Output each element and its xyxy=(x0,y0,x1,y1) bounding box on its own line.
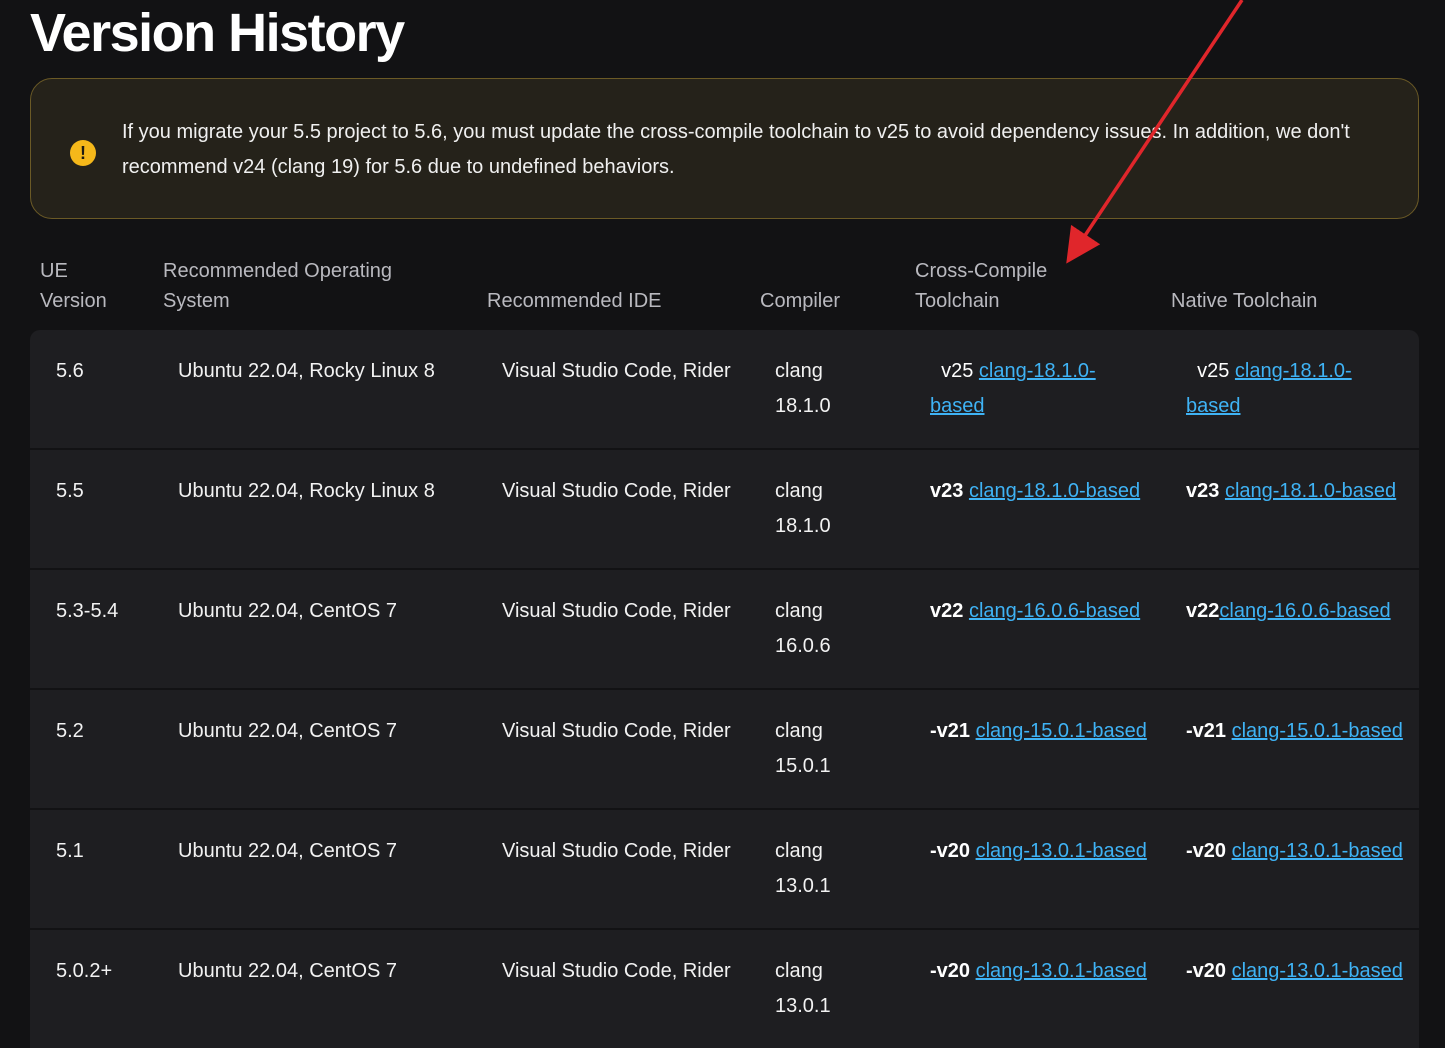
cell-native: v25 clang-18.1.0-based xyxy=(1186,354,1406,424)
header-compiler: Compiler xyxy=(760,290,841,312)
warning-icon: ! xyxy=(70,140,96,166)
cell-native: -v20 clang-13.0.1-based xyxy=(1186,834,1406,869)
cross-toolchain-link[interactable]: clang-16.0.6-based xyxy=(969,600,1140,622)
header-ue-version: UE Version xyxy=(40,260,107,312)
header-os: Recommended Operating System xyxy=(163,260,393,312)
page: Version History ! If you migrate your 5.… xyxy=(0,0,1445,1048)
cell-cross-compile: v23 clang-18.1.0-based xyxy=(930,474,1150,509)
cross-version: v25 xyxy=(930,360,979,382)
native-toolchain-link[interactable]: clang-13.0.1-based xyxy=(1232,960,1403,982)
cell-cross-compile: -v20 clang-13.0.1-based xyxy=(930,834,1150,869)
cell-os: Ubuntu 22.04, Rocky Linux 8 xyxy=(178,480,435,502)
cell-ue-version: 5.0.2+ xyxy=(56,960,113,982)
cell-cross-compile: -v21 clang-15.0.1-based xyxy=(930,714,1150,749)
cell-compiler: clang 13.0.1 xyxy=(775,840,831,897)
native-toolchain-link[interactable]: clang-18.1.0-based xyxy=(1225,480,1396,502)
cross-version: v23 xyxy=(930,480,969,502)
table-row: 5.3-5.4 Ubuntu 22.04, CentOS 7 Visual St… xyxy=(30,570,1419,690)
cell-ue-version: 5.2 xyxy=(56,720,84,742)
warning-callout: ! If you migrate your 5.5 project to 5.6… xyxy=(30,78,1419,219)
callout-message: If you migrate your 5.5 project to 5.6, … xyxy=(122,121,1350,178)
cross-version: -v20 xyxy=(930,840,976,862)
cell-compiler: clang 16.0.6 xyxy=(775,600,831,657)
header-ide: Recommended IDE xyxy=(487,290,662,312)
cell-ue-version: 5.6 xyxy=(56,360,84,382)
native-toolchain-link[interactable]: clang-16.0.6-based xyxy=(1219,600,1390,622)
table-body: 5.6 Ubuntu 22.04, Rocky Linux 8 Visual S… xyxy=(30,330,1419,1048)
native-version: -v20 xyxy=(1186,840,1232,862)
table-header: UE Version Recommended Operating System … xyxy=(30,256,1419,326)
cell-ue-version: 5.5 xyxy=(56,480,84,502)
cell-cross-compile: -v20 clang-13.0.1-based xyxy=(930,954,1150,989)
cell-ide: Visual Studio Code, Rider xyxy=(502,960,731,982)
cell-ide: Visual Studio Code, Rider xyxy=(502,720,731,742)
cell-ue-version: 5.3-5.4 xyxy=(56,600,119,622)
cell-ide: Visual Studio Code, Rider xyxy=(502,840,731,862)
cell-os: Ubuntu 22.04, CentOS 7 xyxy=(178,600,398,622)
native-version: v25 xyxy=(1186,360,1235,382)
cell-compiler: clang 18.1.0 xyxy=(775,360,831,417)
header-cross-compile: Cross-Compile Toolchain xyxy=(915,260,1048,312)
cross-version: v22 xyxy=(930,600,969,622)
native-version: -v21 xyxy=(1186,720,1232,742)
cell-cross-compile: v22 clang-16.0.6-based xyxy=(930,594,1150,629)
cell-native: -v21 clang-15.0.1-based xyxy=(1186,714,1406,749)
cell-ide: Visual Studio Code, Rider xyxy=(502,600,731,622)
cell-compiler: clang 15.0.1 xyxy=(775,720,831,777)
native-version: v22 xyxy=(1186,600,1220,622)
cross-toolchain-link[interactable]: clang-13.0.1-based xyxy=(976,960,1147,982)
cell-ide: Visual Studio Code, Rider xyxy=(502,360,731,382)
native-toolchain-link[interactable]: clang-13.0.1-based xyxy=(1232,840,1403,862)
table-row: 5.6 Ubuntu 22.04, Rocky Linux 8 Visual S… xyxy=(30,330,1419,450)
cell-ide: Visual Studio Code, Rider xyxy=(502,480,731,502)
cell-os: Ubuntu 22.04, CentOS 7 xyxy=(178,960,398,982)
cross-toolchain-link[interactable]: clang-15.0.1-based xyxy=(976,720,1147,742)
native-version: -v20 xyxy=(1186,960,1232,982)
cross-toolchain-link[interactable]: clang-18.1.0-based xyxy=(969,480,1140,502)
cell-native: -v20 clang-13.0.1-based xyxy=(1186,954,1406,989)
native-version: v23 xyxy=(1186,480,1225,502)
cell-cross-compile: v25 clang-18.1.0-based xyxy=(930,354,1150,424)
table-row: 5.5 Ubuntu 22.04, Rocky Linux 8 Visual S… xyxy=(30,450,1419,570)
cell-native: v23 clang-18.1.0-based xyxy=(1186,474,1406,509)
cell-os: Ubuntu 22.04, Rocky Linux 8 xyxy=(178,360,435,382)
cell-compiler: clang 18.1.0 xyxy=(775,480,831,537)
cell-native: v22clang-16.0.6-based xyxy=(1186,594,1406,629)
cross-version: -v20 xyxy=(930,960,976,982)
cell-ue-version: 5.1 xyxy=(56,840,84,862)
table-row: 5.2 Ubuntu 22.04, CentOS 7 Visual Studio… xyxy=(30,690,1419,810)
cross-version: -v21 xyxy=(930,720,976,742)
table-row: 5.0.2+ Ubuntu 22.04, CentOS 7 Visual Stu… xyxy=(30,930,1419,1048)
cell-compiler: clang 13.0.1 xyxy=(775,960,831,1017)
cell-os: Ubuntu 22.04, CentOS 7 xyxy=(178,720,398,742)
native-toolchain-link[interactable]: clang-15.0.1-based xyxy=(1232,720,1403,742)
cross-toolchain-link[interactable]: clang-13.0.1-based xyxy=(976,840,1147,862)
page-title: Version History xyxy=(30,3,405,63)
header-native: Native Toolchain xyxy=(1171,290,1318,312)
table-row: 5.1 Ubuntu 22.04, CentOS 7 Visual Studio… xyxy=(30,810,1419,930)
cell-os: Ubuntu 22.04, CentOS 7 xyxy=(178,840,398,862)
